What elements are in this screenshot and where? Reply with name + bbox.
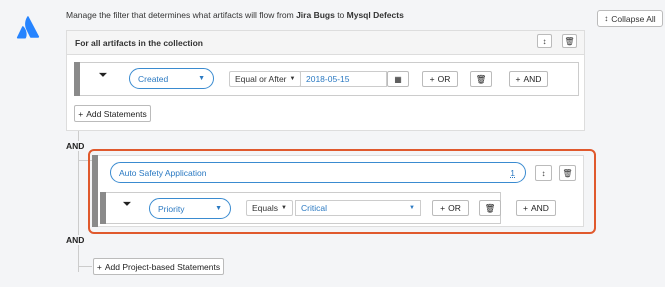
target-name: Mysql Defects [346, 10, 404, 20]
trash-icon: 🗑 [564, 36, 575, 46]
connector-line [78, 266, 92, 267]
calendar-icon: ▦ [394, 74, 402, 84]
and-connector-label: AND [66, 141, 87, 151]
delete-statement-button[interactable]: 🗑 [470, 71, 492, 87]
up-down-arrows-icon: ↕ [604, 14, 609, 23]
plus-icon: + [78, 108, 84, 119]
plus-icon: + [515, 74, 521, 84]
add-project-statements-button[interactable]: + Add Project-based Statements [93, 258, 224, 275]
source-name: Jira Bugs [296, 10, 335, 20]
operator-select[interactable]: Equal or After ▼ [229, 71, 302, 87]
add-statements-button[interactable]: + Add Statements [74, 105, 151, 122]
collapse-all-button[interactable]: ↕ Collapse All [597, 10, 663, 27]
up-down-arrows-icon: ↕ [542, 36, 547, 46]
calendar-button[interactable]: ▦ [387, 71, 409, 87]
collection-panel-title: For all artifacts in the collection [75, 37, 203, 48]
statement-handle[interactable] [74, 62, 80, 96]
filter-description: Manage the filter that determines what a… [66, 10, 404, 20]
highlight-frame [88, 149, 596, 234]
field-select[interactable]: Created ▼ [129, 68, 214, 89]
connector-line [78, 131, 79, 272]
filter-icon: ⏷ [99, 70, 107, 81]
plus-icon: + [429, 74, 435, 84]
caret-down-icon: ▼ [289, 76, 296, 82]
reorder-button[interactable]: ↕ [537, 34, 552, 48]
and-button[interactable]: + AND [509, 71, 548, 87]
trash-icon: 🗑 [475, 73, 487, 84]
chevron-down-icon: ▼ [198, 75, 205, 82]
date-input[interactable]: 2018-05-15 [300, 71, 387, 87]
plus-icon: + [96, 261, 102, 272]
collection-panel-header: For all artifacts in the collection [66, 30, 585, 55]
and-connector-label: AND [66, 235, 87, 245]
or-button[interactable]: + OR [422, 71, 458, 87]
delete-button[interactable]: 🗑 [562, 34, 577, 48]
atlassian-logo-icon [16, 16, 40, 39]
